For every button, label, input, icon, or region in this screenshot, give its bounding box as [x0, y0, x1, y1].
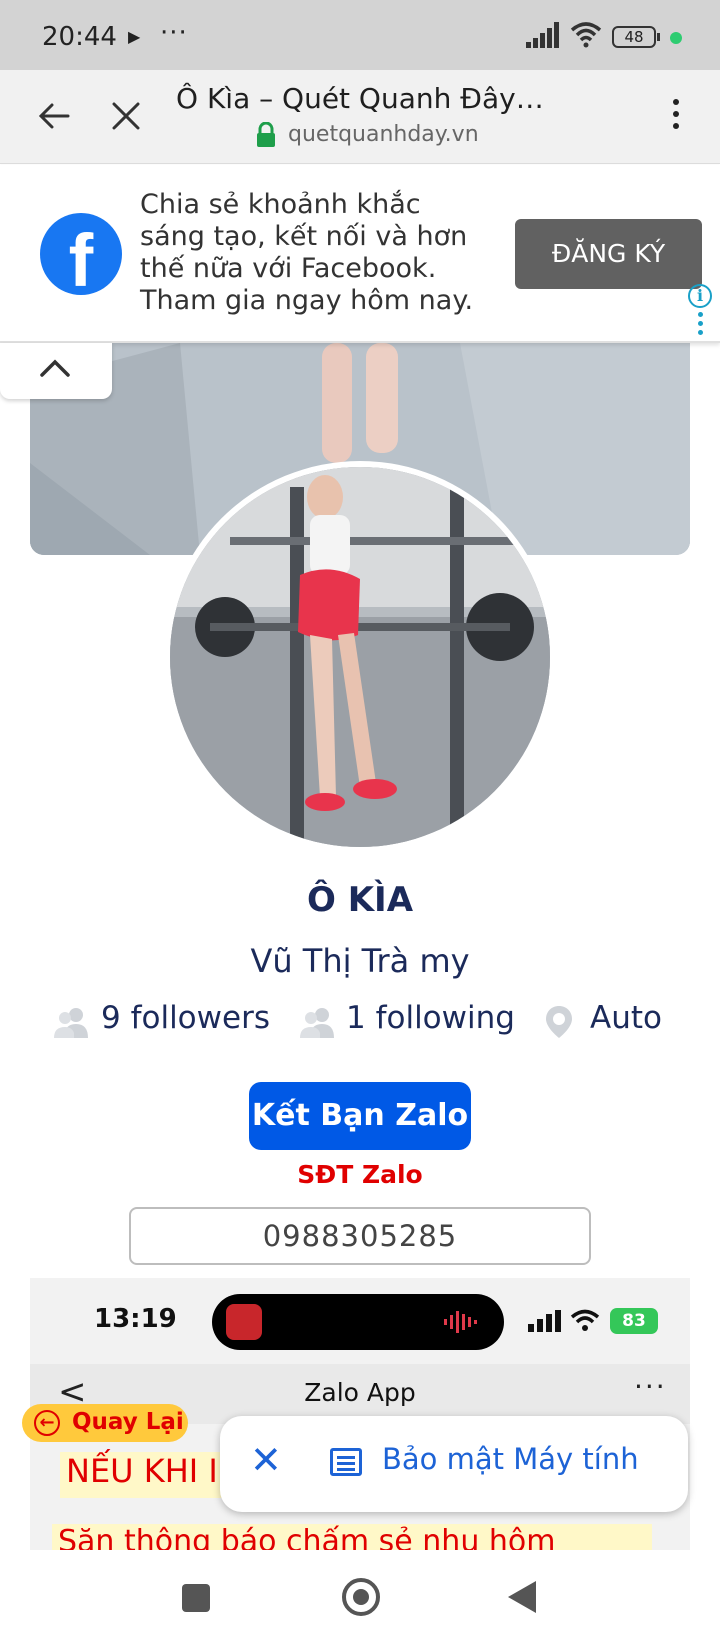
back-pill-button[interactable]: ← Quay Lại [22, 1404, 188, 1442]
arrow-left-circle-icon: ← [34, 1410, 60, 1436]
profile-subname: Vũ Thị Trà my [250, 942, 470, 980]
play-icon: ▶ [128, 27, 141, 46]
home-icon[interactable] [342, 1578, 380, 1616]
status-time: 20:44 [42, 22, 117, 52]
add-zalo-friend-button[interactable]: Kết Bạn Zalo [249, 1082, 471, 1150]
ad-register-button[interactable]: ĐĂNG KÝ [515, 219, 702, 289]
embedded-title: Zalo App [304, 1378, 416, 1407]
status-dot-icon [670, 32, 682, 44]
embedded-warning-line-1: NẾU KHI I [60, 1452, 224, 1498]
close-icon[interactable] [106, 96, 146, 136]
zalo-phone-label: SĐT Zalo [297, 1160, 423, 1189]
ad-text: Chia sẻ khoảnh khắc sáng tạo, kết nối và… [140, 189, 474, 316]
chevron-up-icon [40, 359, 70, 377]
url-text[interactable]: quetquanhday.vn [288, 122, 479, 147]
profile-stats: 9 followers 1 following Auto [0, 1000, 720, 1044]
app-icon [226, 1304, 262, 1340]
dynamic-island [212, 1294, 504, 1350]
facebook-ad-banner[interactable]: f Chia sẻ khoảnh khắc sáng tạo, kết nối … [0, 165, 720, 343]
recent-apps-icon[interactable] [182, 1584, 210, 1612]
embedded-battery: 83 [610, 1308, 658, 1334]
security-popup[interactable]: ✕ Bảo mật Máy tính [220, 1416, 688, 1512]
people-icon [54, 1008, 88, 1038]
wifi-icon [570, 22, 602, 48]
arrow-left-icon[interactable] [34, 96, 74, 136]
collapse-ad-tab[interactable] [0, 343, 112, 399]
status-bar: 20:44 ▶ ··· 48 [0, 0, 720, 70]
followers-count[interactable]: 9 followers [101, 1000, 270, 1036]
people-icon [300, 1008, 334, 1038]
more-icon: ··· [634, 1370, 667, 1403]
info-icon[interactable]: i [688, 284, 712, 308]
following-count[interactable]: 1 following [346, 1000, 515, 1036]
facebook-logo-icon: f [40, 213, 122, 295]
signal-icon [528, 1310, 561, 1332]
wifi-icon [570, 1309, 600, 1331]
back-pill-label: Quay Lại [72, 1409, 184, 1435]
audio-wave-icon [444, 1311, 477, 1333]
battery-icon: 48 [612, 26, 660, 48]
ad-options-icon[interactable] [698, 312, 704, 339]
profile-name: Ô KÌA [306, 880, 414, 920]
more-notifications-icon: ··· [160, 18, 188, 48]
back-triangle-icon[interactable] [508, 1581, 536, 1613]
browser-toolbar: Ô Kìa – Quét Quanh Đây… quetquanhday.vn [0, 70, 720, 164]
location-pin-icon [546, 1006, 572, 1038]
avatar[interactable] [170, 467, 550, 847]
embedded-warning-line-2: Săn thông báo chấm sẻ nhu hôm [52, 1524, 652, 1550]
kebab-menu-icon[interactable] [664, 94, 688, 138]
location-text: Auto [590, 1000, 662, 1036]
lock-icon[interactable] [254, 122, 278, 148]
embedded-time: 13:19 [94, 1304, 177, 1334]
signal-icon [526, 22, 560, 48]
page-title: Ô Kìa – Quét Quanh Đây… [176, 82, 544, 115]
system-nav-bar [0, 1550, 720, 1640]
close-icon[interactable]: ✕ [250, 1438, 282, 1482]
security-label[interactable]: Bảo mật Máy tính [382, 1442, 639, 1476]
document-icon [330, 1448, 362, 1476]
zalo-phone-field[interactable]: 0988305285 [129, 1207, 591, 1265]
